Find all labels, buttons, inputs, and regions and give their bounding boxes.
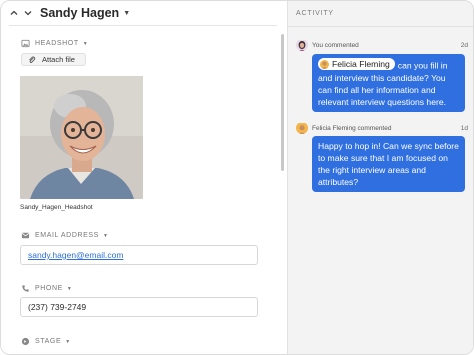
comment-text: Happy to hop in! Can we sync before to m… (318, 141, 459, 187)
envelope-icon (21, 232, 30, 239)
comment-bubble[interactable]: Felicia Fleming can you fill in and inte… (312, 54, 465, 112)
app-window: Sandy Hagen ▼ HEADSHOT ▼ Attach file San… (0, 0, 474, 355)
stage-label-text: STAGE (35, 338, 62, 345)
divider (9, 25, 277, 26)
record-title[interactable]: Sandy Hagen (40, 6, 119, 20)
stage-icon (21, 337, 30, 346)
mention-chip[interactable]: Felicia Fleming (318, 58, 395, 70)
paperclip-icon (29, 56, 36, 63)
activity-author: Felicia Fleming commented (312, 124, 392, 132)
stage-label: STAGE ▼ (21, 337, 71, 346)
activity-author: You commented (312, 41, 359, 49)
mention-name: Felicia Fleming (332, 59, 390, 69)
stage-dropdown-icon[interactable]: ▼ (65, 339, 71, 345)
email-dropdown-icon[interactable]: ▼ (103, 233, 109, 239)
comment-bubble[interactable]: Happy to hop in! Can we sync before to m… (312, 136, 465, 192)
attach-file-label: Attach file (42, 55, 75, 64)
comment-text-continued: and interview this candidate? You can fi… (318, 72, 447, 107)
email-label: EMAIL ADDRESS ▼ (21, 231, 109, 240)
activity-title: ACTIVITY (296, 10, 334, 17)
activity-timestamp: 1d (460, 124, 468, 132)
record-title-dropdown-icon[interactable]: ▼ (123, 10, 130, 17)
activity-timestamp: 2d (460, 41, 468, 49)
email-field[interactable]: sandy.hagen@email.com (20, 245, 258, 265)
headshot-label: HEADSHOT ▼ (21, 39, 88, 48)
headshot-dropdown-icon[interactable]: ▼ (83, 41, 89, 47)
activity-entry-header: Felicia Fleming commented 1d (296, 122, 468, 134)
comment-text: can you fill in (397, 60, 448, 71)
image-icon (21, 39, 30, 48)
phone-icon (22, 285, 29, 292)
activity-entry-header: You commented 2d (296, 39, 468, 51)
phone-dropdown-icon[interactable]: ▼ (67, 286, 73, 292)
record-header: Sandy Hagen ▼ (9, 6, 130, 20)
headshot-filename: Sandy_Hagen_Headshot (20, 204, 93, 211)
email-label-text: EMAIL ADDRESS (35, 232, 99, 239)
phone-label: PHONE ▼ (21, 284, 72, 293)
headshot-label-text: HEADSHOT (35, 40, 79, 47)
chevron-down-icon[interactable] (23, 8, 33, 18)
avatar (320, 59, 329, 69)
scrollbar[interactable] (281, 34, 284, 171)
avatar (296, 122, 308, 134)
record-panel: Sandy Hagen ▼ HEADSHOT ▼ Attach file San… (1, 1, 287, 354)
avatar (296, 39, 308, 51)
activity-panel: ACTIVITY You commented 2d Felicia Flemin… (287, 1, 473, 354)
headshot-image[interactable] (20, 76, 143, 199)
attach-file-button[interactable]: Attach file (21, 53, 86, 66)
chevron-up-icon[interactable] (9, 8, 19, 18)
phone-label-text: PHONE (35, 285, 63, 292)
divider (288, 26, 473, 27)
phone-field[interactable]: (237) 739-2749 (20, 297, 258, 317)
